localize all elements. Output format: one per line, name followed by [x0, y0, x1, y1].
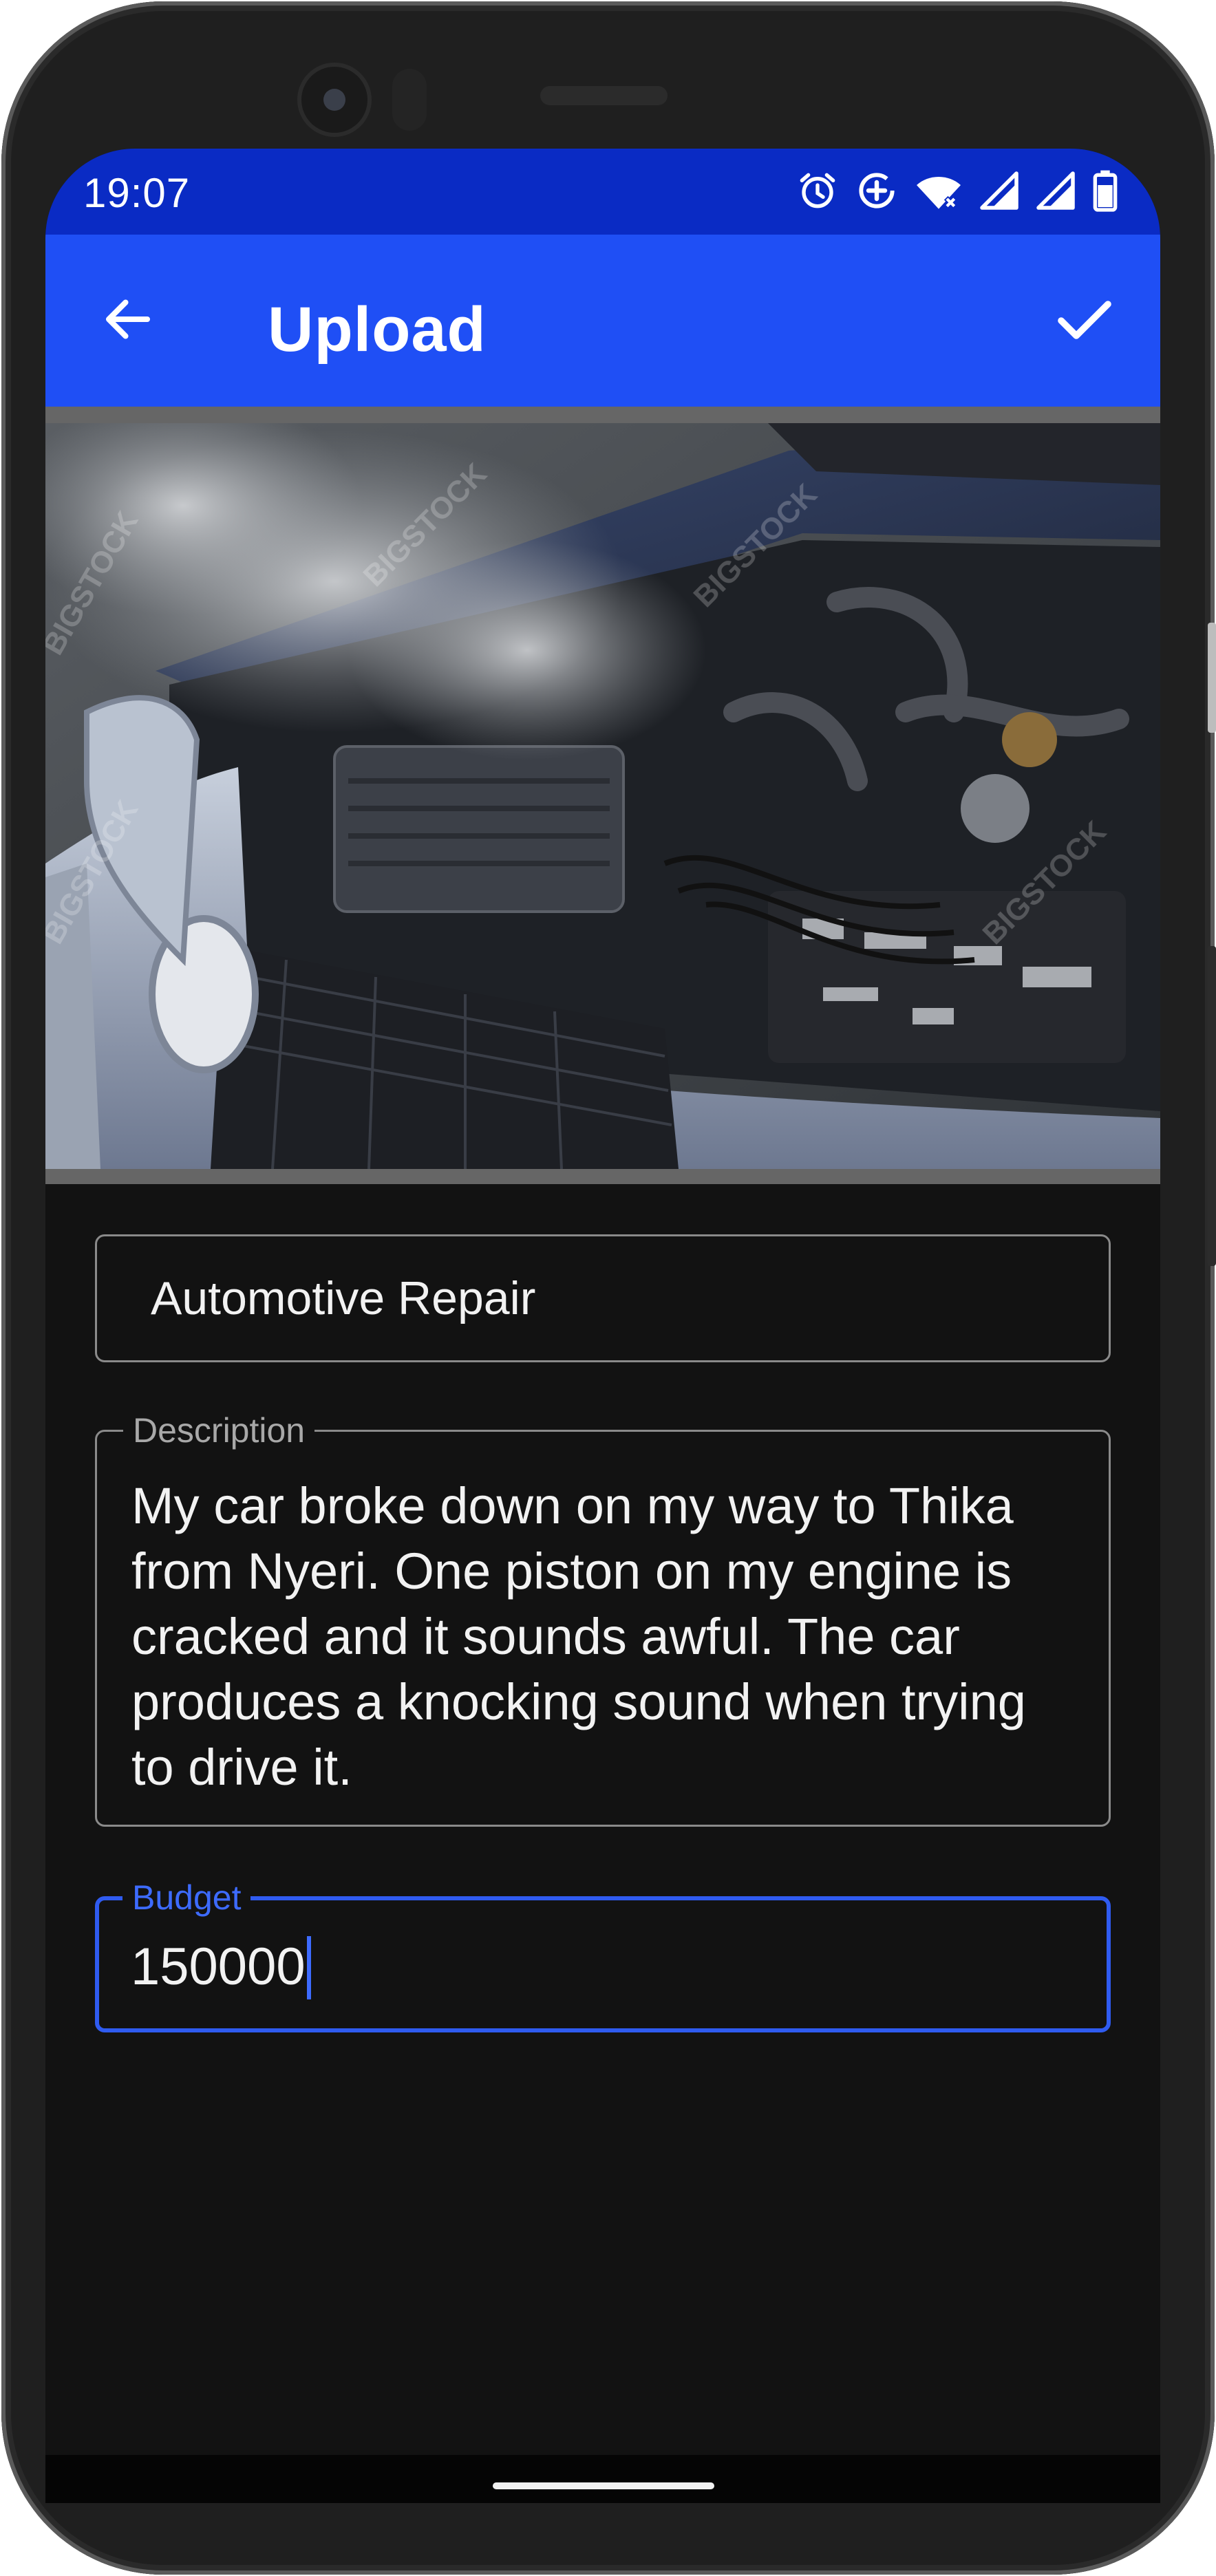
budget-field-value: 150000	[131, 1938, 306, 1996]
earpiece-speaker	[540, 86, 668, 105]
wifi-icon	[914, 169, 963, 213]
back-button[interactable]	[94, 286, 162, 355]
text-cursor	[306, 1936, 311, 1999]
car-engine-photo[interactable]: BIGSTOCK BIGSTOCK BIGSTOCK BIGSTOCK BIGS…	[45, 423, 1160, 1169]
title-field[interactable]: Automotive Repair	[95, 1234, 1111, 1362]
data-saver-icon	[855, 169, 899, 213]
budget-label: Budget	[122, 1878, 251, 1917]
power-button	[1208, 623, 1216, 733]
app-bar: Upload	[45, 235, 1160, 407]
signal-icon	[979, 169, 1020, 213]
description-field[interactable]: Description My car broke down on my way …	[95, 1411, 1111, 1827]
proximity-sensor	[392, 69, 427, 131]
status-time: 19:07	[83, 170, 191, 216]
confirm-button[interactable]	[1047, 286, 1122, 355]
battery-icon	[1091, 169, 1119, 213]
volume-button	[1208, 946, 1216, 1266]
page-title: Upload	[268, 294, 487, 365]
budget-field[interactable]: Budget 150000	[95, 1878, 1111, 2032]
check-icon	[1052, 286, 1118, 356]
home-indicator[interactable]	[493, 2482, 714, 2489]
front-camera	[301, 67, 367, 133]
navigation-bar	[45, 2455, 1160, 2503]
alarm-icon	[796, 169, 840, 213]
status-bar: 19:07	[45, 149, 1160, 235]
description-label: Description	[123, 1411, 315, 1450]
description-field-value: My car broke down on my way to Thika fro…	[131, 1477, 1026, 1796]
signal-icon-2	[1035, 169, 1076, 213]
status-icons	[796, 167, 1119, 215]
screen: 19:07 Upload BIGSTOCK BIGSTOCK BIGSTOCK …	[45, 149, 1160, 2503]
budget-field-value-wrap: 150000	[131, 1936, 311, 1999]
image-preview-container: BIGSTOCK BIGSTOCK BIGSTOCK BIGSTOCK BIGS…	[45, 407, 1160, 1184]
arrow-left-icon	[99, 290, 157, 352]
title-field-value: Automotive Repair	[151, 1272, 536, 1324]
phone-frame: 19:07 Upload BIGSTOCK BIGSTOCK BIGSTOCK …	[0, 0, 1216, 2576]
